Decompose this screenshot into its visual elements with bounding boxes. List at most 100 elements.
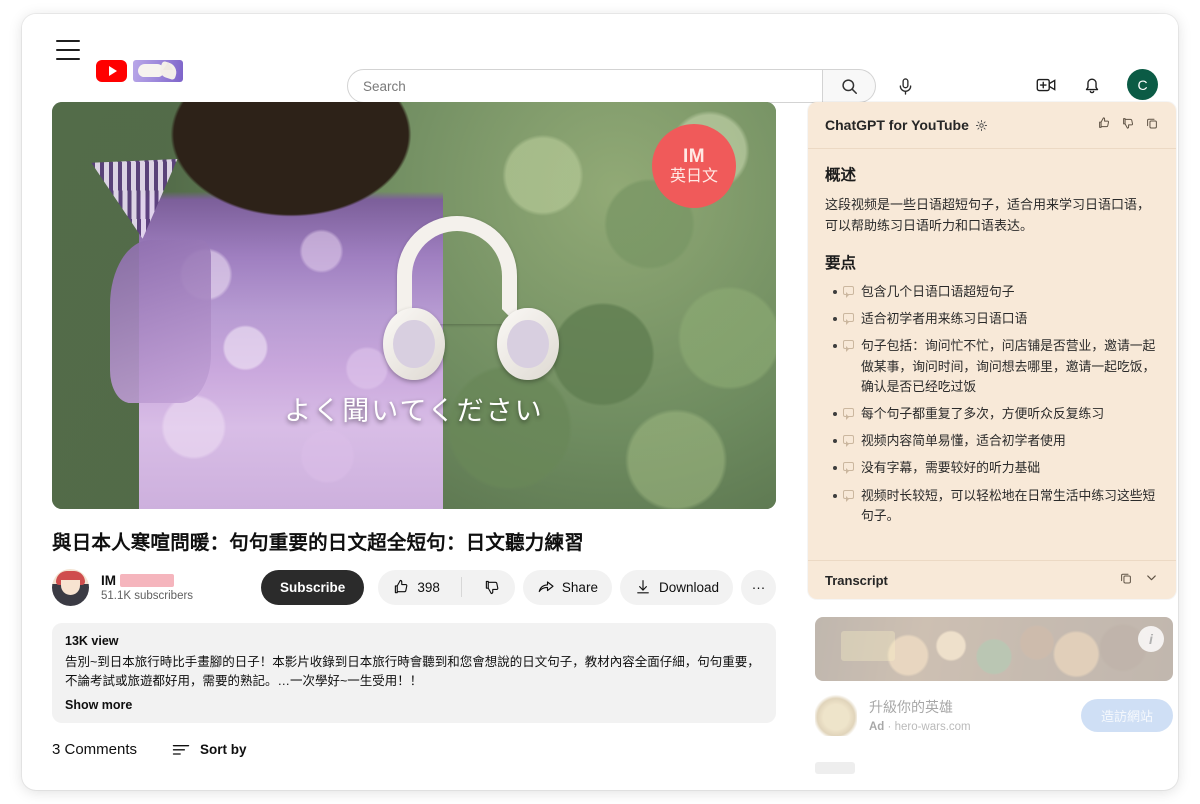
keypoint-text: 视频内容简单易懂，适合初学者使用 <box>861 433 1066 448</box>
chatgpt-panel-header: ChatGPT for YouTube <box>808 102 1176 149</box>
search-area <box>347 69 922 103</box>
avatar[interactable]: C <box>1127 69 1158 100</box>
ad-game-logo <box>841 631 895 661</box>
list-item: 适合初学者用来练习日语口语 <box>825 309 1159 329</box>
youtube-play-icon <box>96 60 127 82</box>
ad-domain: hero-wars.com <box>895 721 971 733</box>
keypoints-list: 包含几个日语口语超短句子 适合初学者用来练习日语口语 句子包括：询问忙不忙，问店… <box>825 282 1159 526</box>
youtube-logo[interactable] <box>96 60 183 82</box>
badge-line-2: 英日文 <box>670 168 718 186</box>
bullet-dot <box>833 290 837 294</box>
video-caption-overlay: よく聞いてください <box>52 389 776 428</box>
ad-card[interactable]: i 升級你的英雄 Ad · hero-wars.com 造訪網站 <box>815 617 1173 757</box>
channel-name[interactable]: IM <box>101 573 116 588</box>
ad-title: 升級你的英雄 <box>869 697 971 717</box>
subscribe-button[interactable]: Subscribe <box>261 570 364 605</box>
search-button[interactable] <box>823 69 876 103</box>
like-button[interactable]: 398 <box>378 570 454 605</box>
channel-avatar[interactable] <box>52 569 89 606</box>
badge-line-1: IM <box>683 146 705 167</box>
download-arrow-icon <box>634 578 652 596</box>
speech-bubble-icon[interactable] <box>843 490 854 499</box>
video-actions: 398 Share <box>378 570 776 605</box>
voice-search-button[interactable] <box>888 69 922 103</box>
transcript-section[interactable]: Transcript <box>808 560 1176 599</box>
info-icon[interactable]: i <box>1138 626 1164 652</box>
gear-icon[interactable] <box>975 119 988 132</box>
video-main-column: IM 英日文 よく聞いてください 與日本人寒喧問暖：句句重要的日文超全短句：日文… <box>52 102 776 758</box>
keypoint-text: 视频时长较短，可以轻松地在日常生活中练习这些短句子。 <box>861 488 1155 523</box>
browser-frame: C IM 英日文 よく聞いてください 與日本人寒喧問暖：句句重要的日文超全短句：… <box>22 14 1178 790</box>
video-player[interactable]: IM 英日文 よく聞いてください <box>52 102 776 509</box>
chatgpt-feedback-actions <box>1097 116 1159 135</box>
share-arrow-icon <box>537 578 555 596</box>
more-dots-icon: ··· <box>752 580 766 595</box>
ad-placeholder-stub <box>815 762 855 774</box>
thumbs-down-icon[interactable] <box>1121 116 1135 135</box>
download-button[interactable]: Download <box>620 570 733 605</box>
thumbs-up-icon[interactable] <box>1097 116 1111 135</box>
show-more-button[interactable]: Show more <box>65 698 763 712</box>
channel-row: IM 51.1K subscribers Subscribe 398 <box>52 567 776 607</box>
hamburger-menu-icon[interactable] <box>56 40 80 60</box>
headphones-graphic <box>371 216 581 406</box>
share-button[interactable]: Share <box>523 570 612 605</box>
ad-app-icon <box>815 694 857 736</box>
subscriber-count: 51.1K subscribers <box>101 590 261 602</box>
channel-meta: IM 51.1K subscribers <box>101 573 261 602</box>
sort-by-label: Sort by <box>200 742 247 757</box>
keypoint-text: 没有字幕，需要较好的听力基础 <box>861 460 1040 475</box>
summary-heading: 概述 <box>825 163 1159 185</box>
keypoints-heading: 要点 <box>825 251 1159 273</box>
speech-bubble-icon[interactable] <box>843 313 854 322</box>
description-box[interactable]: 13K view 告別~到日本旅行時比手畫腳的日子！本影片收錄到日本旅行時會聽到… <box>52 623 776 723</box>
ad-source: Ad · hero-wars.com <box>869 721 971 733</box>
bullet-dot <box>833 344 837 348</box>
bullet-dot <box>833 494 837 498</box>
create-video-icon[interactable] <box>1035 74 1057 96</box>
ad-separator: · <box>888 721 895 733</box>
transcript-actions <box>1119 570 1159 590</box>
comments-count: 3 Comments <box>52 741 137 758</box>
list-item: 句子包括：询问忙不忙，问店铺是否营业，邀请一起做某事，询问时间，询问想去哪里，邀… <box>825 336 1159 397</box>
bullet-dot <box>833 317 837 321</box>
ad-thumbnail[interactable]: i <box>815 617 1173 681</box>
list-item: 包含几个日语口语超短句子 <box>825 282 1159 302</box>
like-dislike-group: 398 <box>378 570 515 605</box>
speech-bubble-icon[interactable] <box>843 408 854 417</box>
comments-header: 3 Comments Sort by <box>52 741 776 758</box>
search-box[interactable] <box>347 69 823 103</box>
speech-bubble-icon[interactable] <box>843 286 854 295</box>
copy-icon[interactable] <box>1145 116 1159 135</box>
cat-avatar-logo <box>133 60 183 82</box>
search-input[interactable] <box>363 79 822 94</box>
ad-text-group: 升級你的英雄 Ad · hero-wars.com <box>869 697 971 733</box>
more-actions-button[interactable]: ··· <box>741 570 776 605</box>
microphone-icon <box>896 77 915 96</box>
transcript-label: Transcript <box>825 573 888 588</box>
list-item: 每个句子都重复了多次，方便听众反复练习 <box>825 404 1159 424</box>
bell-icon[interactable] <box>1081 74 1103 96</box>
ad-cta-button[interactable]: 造訪網站 <box>1081 699 1173 732</box>
page-root: C IM 英日文 よく聞いてください 與日本人寒喧問暖：句句重要的日文超全短句：… <box>0 0 1200 804</box>
share-label: Share <box>562 580 598 595</box>
bullet-dot <box>833 466 837 470</box>
channel-name-redaction <box>120 574 174 587</box>
bullet-dot <box>833 439 837 443</box>
sort-by-button[interactable]: Sort by <box>171 741 247 757</box>
chatgpt-panel: ChatGPT for YouTube <box>808 102 1176 599</box>
like-count: 398 <box>417 580 440 595</box>
dislike-button[interactable] <box>469 570 515 605</box>
bullet-dot <box>833 412 837 416</box>
speech-bubble-icon[interactable] <box>843 435 854 444</box>
list-item: 视频内容简单易懂，适合初学者使用 <box>825 431 1159 451</box>
chevron-down-icon[interactable] <box>1144 570 1159 590</box>
speech-bubble-icon[interactable] <box>843 462 854 471</box>
chatgpt-panel-title: ChatGPT for YouTube <box>825 117 969 133</box>
keypoint-text: 适合初学者用来练习日语口语 <box>861 311 1027 326</box>
speech-bubble-icon[interactable] <box>843 340 854 349</box>
ad-details-row: 升級你的英雄 Ad · hero-wars.com 造訪網站 <box>815 694 1173 736</box>
header-actions: C <box>1035 69 1158 100</box>
copy-icon[interactable] <box>1119 571 1133 590</box>
player-shoulder <box>110 240 211 403</box>
